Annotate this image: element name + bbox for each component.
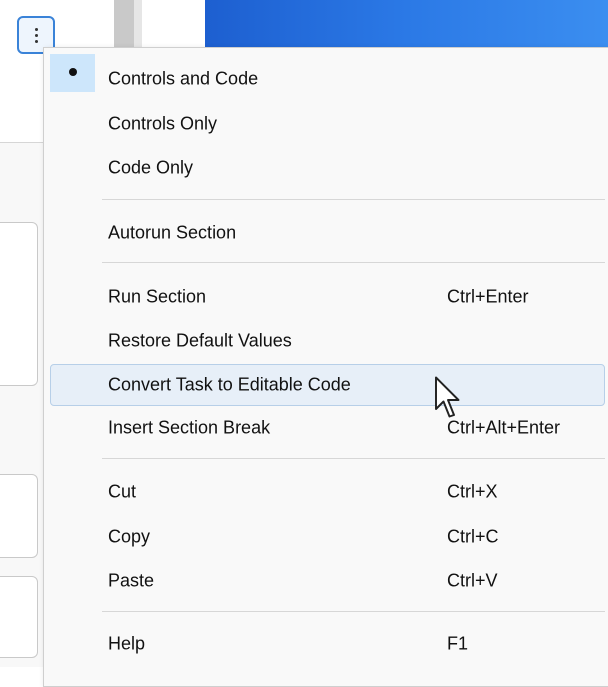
section-box <box>0 576 38 658</box>
menu-item-controls-and-code[interactable]: Controls and Code <box>50 61 608 97</box>
menu-item-paste[interactable]: Paste Ctrl+V <box>50 563 608 599</box>
menu-item-shortcut: Ctrl+C <box>447 526 499 547</box>
menu-item-cut[interactable]: Cut Ctrl+X <box>50 474 608 510</box>
menu-item-run-section[interactable]: Run Section Ctrl+Enter <box>50 279 608 315</box>
desktop-wallpaper <box>205 0 608 48</box>
menu-item-shortcut: F1 <box>447 633 469 654</box>
menu-item-label: Autorun Section <box>108 222 237 243</box>
menu-item-shortcut: Ctrl+V <box>447 570 498 591</box>
section-box <box>0 222 38 386</box>
menu-item-label: Paste <box>108 570 155 591</box>
menu-item-restore-default-values[interactable]: Restore Default Values <box>50 323 608 359</box>
divider <box>0 142 44 143</box>
menu-separator <box>102 199 605 200</box>
menu-item-shortcut: Ctrl+Alt+Enter <box>447 417 561 438</box>
menu-item-label: Help <box>108 633 146 654</box>
context-menu: Controls and Code Controls Only Code Onl… <box>43 47 608 687</box>
scrollbar-track <box>134 0 142 48</box>
menu-item-copy[interactable]: Copy Ctrl+C <box>50 519 608 555</box>
menu-item-label: Code Only <box>108 157 194 178</box>
section-box <box>0 474 38 558</box>
vertical-ellipsis-icon <box>34 27 38 31</box>
menu-separator <box>102 262 605 263</box>
menu-item-label: Insert Section Break <box>108 417 271 438</box>
menu-item-shortcut: Ctrl+Enter <box>447 286 529 307</box>
mouse-pointer-icon <box>435 376 460 418</box>
menu-item-insert-section-break[interactable]: Insert Section Break Ctrl+Alt+Enter <box>50 410 608 446</box>
menu-item-label: Controls Only <box>108 113 218 134</box>
menu-item-code-only[interactable]: Code Only <box>50 150 608 186</box>
menu-separator <box>102 611 605 612</box>
menu-separator <box>102 458 605 459</box>
menu-item-controls-only[interactable]: Controls Only <box>50 106 608 142</box>
menu-item-shortcut: Ctrl+X <box>447 481 498 502</box>
menu-item-label: Run Section <box>108 286 207 307</box>
menu-item-label: Copy <box>108 526 151 547</box>
menu-item-autorun-section[interactable]: Autorun Section <box>50 215 608 251</box>
menu-item-label: Cut <box>108 481 137 502</box>
menu-item-label: Restore Default Values <box>108 330 292 351</box>
menu-item-label: Controls and Code <box>108 68 259 89</box>
menu-item-label: Convert Task to Editable Code <box>108 374 351 395</box>
menu-item-convert-task[interactable]: Convert Task to Editable Code <box>50 364 605 406</box>
scrollbar[interactable] <box>114 0 134 48</box>
menu-item-help[interactable]: Help F1 <box>50 626 608 662</box>
